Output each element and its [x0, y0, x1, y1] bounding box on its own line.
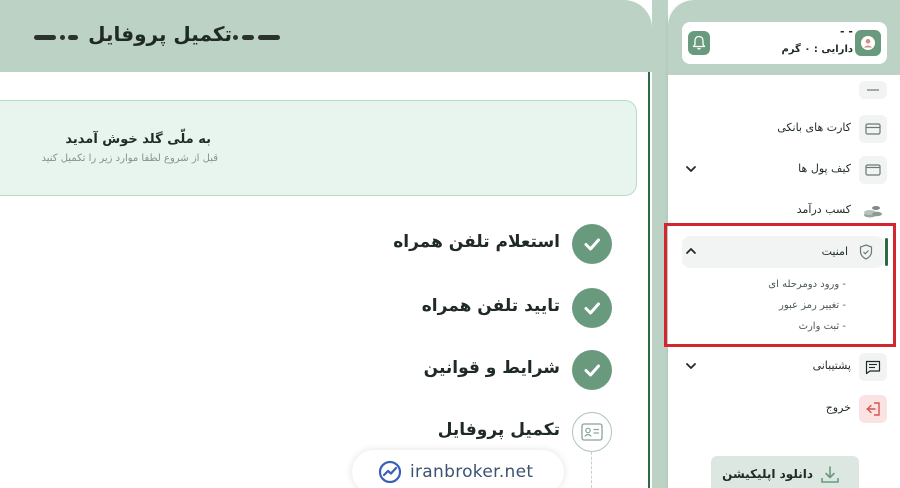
notification-button[interactable] — [688, 31, 710, 55]
decor-dash — [34, 35, 56, 40]
user-icon — [861, 36, 875, 50]
chat-icon — [859, 353, 887, 381]
decor-dot — [233, 35, 238, 40]
welcome-subtitle: قبل از شروع لطفا موارد زیر را تکمیل کنید — [41, 153, 219, 164]
step-complete-profile[interactable]: تکمیل پروفایل — [12, 412, 612, 452]
coins-icon — [859, 197, 887, 225]
menu-item-logout[interactable]: خروج — [682, 393, 887, 425]
id-card-icon — [572, 412, 612, 452]
step-mobile-verify[interactable]: تایید تلفن همراه — [12, 288, 612, 328]
watermark-badge: iranbroker.net — [352, 450, 564, 488]
highlight-box — [664, 223, 896, 347]
menu-label: پشتیبانی — [812, 359, 851, 372]
avatar[interactable] — [855, 30, 881, 56]
chevron-down-icon[interactable] — [684, 162, 698, 176]
menu-item-partial[interactable] — [682, 77, 887, 99]
menu-icon — [859, 81, 887, 99]
step-connector — [591, 452, 592, 488]
menu-item-bank-cards[interactable]: کارت های بانکی — [682, 113, 887, 145]
sidebar-header: - - دارایی : ۰ گرم — [668, 0, 900, 75]
check-icon — [572, 288, 612, 328]
page-title: تکمیل پروفایل — [88, 22, 232, 46]
menu-item-wallets[interactable]: کیف پول ها — [682, 154, 887, 186]
menu-label: خروج — [825, 401, 851, 414]
check-icon — [572, 350, 612, 390]
logout-icon — [859, 395, 887, 423]
welcome-title: به ملّی گلد خوش آمدید — [65, 132, 211, 147]
menu-label: کیف پول ها — [798, 162, 851, 175]
step-label: استعلام تلفن همراه — [393, 232, 560, 252]
menu-label: کسب درآمد — [796, 203, 851, 216]
wallet-icon — [859, 156, 887, 184]
user-name: - - — [840, 25, 853, 38]
page-header: تکمیل پروفایل — [0, 0, 652, 72]
download-app-button[interactable]: دانلود اپلیکیشن — [711, 456, 859, 488]
step-mobile-inquiry[interactable]: استعلام تلفن همراه — [12, 224, 612, 264]
step-terms[interactable]: شرایط و قوانین — [12, 350, 612, 390]
credit-card-icon — [859, 115, 887, 143]
main-panel: تکمیل پروفایل به ملّی گلد خوش آمدید قبل … — [0, 0, 652, 488]
step-label: شرایط و قوانین — [423, 358, 560, 378]
bell-icon — [692, 35, 706, 50]
panel-divider — [648, 72, 650, 488]
download-icon — [819, 464, 841, 486]
chevron-down-icon[interactable] — [684, 359, 698, 373]
decor-dash — [258, 35, 280, 40]
menu-item-support[interactable]: پشتیبانی — [682, 351, 887, 383]
decor-dash — [68, 35, 78, 40]
check-icon — [572, 224, 612, 264]
user-assets: دارایی : ۰ گرم — [781, 44, 853, 55]
watermark-text: iranbroker.net — [410, 462, 534, 482]
decor-dash — [242, 35, 254, 40]
trend-logo-icon — [378, 460, 402, 484]
step-label: تایید تلفن همراه — [421, 296, 560, 316]
download-label: دانلود اپلیکیشن — [722, 467, 813, 481]
user-card[interactable]: - - دارایی : ۰ گرم — [682, 22, 887, 64]
menu-label: کارت های بانکی — [777, 121, 851, 134]
welcome-card: به ملّی گلد خوش آمدید قبل از شروع لطفا م… — [0, 100, 637, 196]
step-label: تکمیل پروفایل — [437, 420, 560, 440]
decor-dot — [60, 35, 65, 40]
